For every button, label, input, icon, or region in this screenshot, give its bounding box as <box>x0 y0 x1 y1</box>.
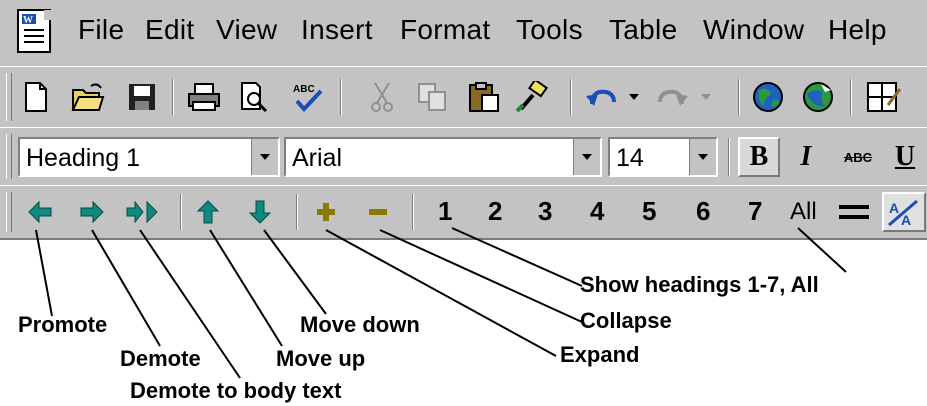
undo-icon[interactable] <box>584 79 620 115</box>
callout-expand: Expand <box>560 342 640 367</box>
new-document-icon[interactable] <box>18 79 54 115</box>
web-globe-icon[interactable] <box>750 79 786 115</box>
toolbar-separator <box>296 194 298 230</box>
tables-borders-icon[interactable] <box>866 79 902 115</box>
show-heading-6-button[interactable]: 6 <box>696 196 710 227</box>
chevron-down-icon[interactable] <box>251 139 278 175</box>
copy-icon[interactable] <box>414 79 450 115</box>
format-painter-icon[interactable] <box>514 79 550 115</box>
move-up-leader-line <box>209 229 283 347</box>
toolbar-separator <box>570 79 572 115</box>
font-size-value: 14 <box>616 144 644 172</box>
promote-leader-line <box>35 229 53 317</box>
paste-icon[interactable] <box>466 79 502 115</box>
promote-arrow-icon[interactable] <box>22 194 58 230</box>
menu-tools[interactable]: Tools <box>516 14 583 46</box>
show-formatting-icon[interactable]: AA <box>882 192 926 232</box>
chevron-down-icon[interactable] <box>689 139 716 175</box>
menu-edit[interactable]: Edit <box>145 14 194 46</box>
web-toolbar-icon[interactable] <box>800 79 836 115</box>
print-icon[interactable] <box>186 79 222 115</box>
chevron-down-icon[interactable] <box>573 139 600 175</box>
word-document-icon[interactable]: W <box>14 8 58 56</box>
callout-move-up: Move up <box>276 346 366 371</box>
toolbar-separator <box>180 194 182 230</box>
toolbar-separator <box>728 138 730 176</box>
toolbar-grip[interactable] <box>6 134 12 179</box>
menu-window[interactable]: Window <box>703 14 804 46</box>
callout-collapse: Collapse <box>580 308 672 333</box>
show-heading-3-button[interactable]: 3 <box>538 196 552 227</box>
demote-arrow-icon[interactable] <box>74 194 110 230</box>
spelling-check-icon[interactable]: ABC <box>290 79 326 115</box>
style-select-value: Heading 1 <box>26 144 140 172</box>
menu-insert[interactable]: Insert <box>301 14 373 46</box>
font-size-select[interactable]: 14 <box>608 137 718 177</box>
toolbar-separator <box>172 79 174 115</box>
move-down-leader-line <box>263 229 327 315</box>
style-select[interactable]: Heading 1 <box>18 137 280 177</box>
toolbar-separator <box>412 194 414 230</box>
menu-format[interactable]: Format <box>400 14 490 46</box>
show-all-headings-button[interactable]: All <box>790 198 817 226</box>
callout-promote: Promote <box>18 312 108 337</box>
menu-help[interactable]: Help <box>828 14 887 46</box>
svg-text:ABC: ABC <box>293 84 315 95</box>
move-down-arrow-icon[interactable] <box>242 194 278 230</box>
font-select-value: Arial <box>292 144 343 172</box>
show-heading-5-button[interactable]: 5 <box>642 196 656 227</box>
toolbar-separator <box>850 79 852 115</box>
collapse-minus-icon[interactable] <box>360 194 396 230</box>
menu-file[interactable]: File <box>78 14 124 46</box>
toolbar-grip[interactable] <box>6 192 12 232</box>
show-heading-7-button[interactable]: 7 <box>748 196 762 227</box>
italic-button[interactable]: I <box>788 137 824 177</box>
word-window-chrome: W File Edit View Insert Format Tools Tab… <box>0 0 927 240</box>
toolbar-separator <box>340 79 342 115</box>
open-folder-icon[interactable] <box>70 79 106 115</box>
move-up-arrow-icon[interactable] <box>190 194 226 230</box>
callout-show-headings: Show headings 1-7, All <box>580 272 819 297</box>
callout-move-down: Move down <box>300 312 420 337</box>
callout-demote: Demote <box>120 346 201 371</box>
standard-toolbar: ABC <box>0 66 927 128</box>
show-heading-1-button[interactable]: 1 <box>438 196 452 227</box>
show-heading-4-button[interactable]: 4 <box>590 196 604 227</box>
menu-table[interactable]: Table <box>609 14 677 46</box>
svg-text:A: A <box>901 212 911 227</box>
strikethrough-button[interactable]: ABC <box>836 137 880 177</box>
formatting-toolbar: Heading 1 Arial 14 B I ABC U <box>0 127 927 186</box>
collapse-leader-line <box>379 229 583 323</box>
font-select[interactable]: Arial <box>284 137 602 177</box>
toolbar-grip[interactable] <box>6 73 12 121</box>
redo-dropdown-icon[interactable] <box>696 79 716 115</box>
undo-dropdown-icon[interactable] <box>624 79 644 115</box>
outlining-toolbar: 1 2 3 4 5 6 7 All AA <box>0 185 927 240</box>
show-heading-2-button[interactable]: 2 <box>488 196 502 227</box>
underline-button[interactable]: U <box>890 137 920 177</box>
callout-demote-to-body-text: Demote to body text <box>130 378 342 403</box>
print-preview-icon[interactable] <box>236 79 272 115</box>
show-first-line-only-icon[interactable] <box>836 194 872 230</box>
svg-text:A: A <box>889 200 899 216</box>
redo-icon[interactable] <box>654 79 690 115</box>
menu-view[interactable]: View <box>216 14 277 46</box>
toolbar-separator <box>738 79 740 115</box>
demote-to-body-text-icon[interactable] <box>124 194 160 230</box>
save-disk-icon[interactable] <box>124 79 160 115</box>
menu-bar: W File Edit View Insert Format Tools Tab… <box>0 0 927 67</box>
bold-button[interactable]: B <box>738 137 780 177</box>
expand-plus-icon[interactable] <box>308 194 344 230</box>
svg-text:W: W <box>23 15 33 26</box>
cut-scissors-icon[interactable] <box>364 79 400 115</box>
